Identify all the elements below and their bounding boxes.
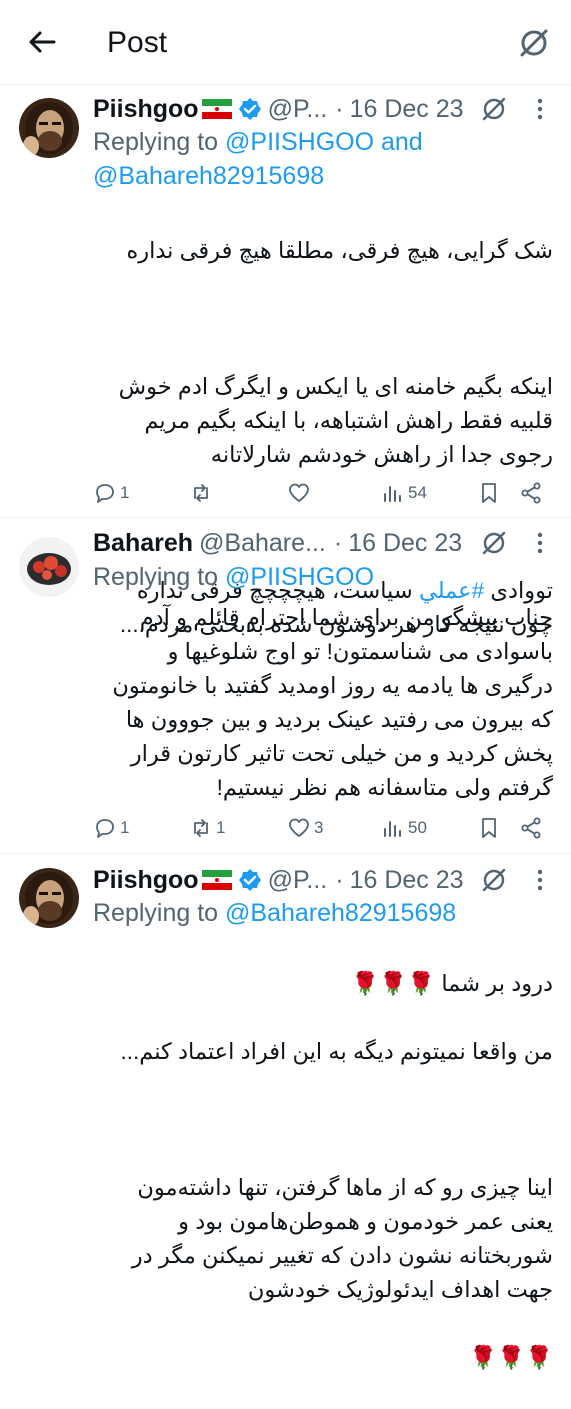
timestamp[interactable]: 16 Dec 23 [350, 866, 464, 895]
display-name[interactable]: Piishgoo [93, 95, 199, 124]
repost-icon [194, 484, 208, 502]
timestamp[interactable]: 16 Dec 23 [348, 529, 462, 558]
handle[interactable]: @Bahare... [199, 529, 326, 558]
replying-to-label: Replying to [93, 899, 226, 927]
separator: · [335, 94, 344, 123]
views-button[interactable]: 54 [381, 478, 427, 508]
slash-circle-icon[interactable] [480, 866, 508, 894]
reply-count: 1 [120, 483, 130, 502]
tweet-line: اینا چیزی رو که از ماها گرفتن، تنها داشت… [131, 1175, 553, 1302]
views-count: 54 [408, 483, 427, 502]
more-icon[interactable] [530, 866, 550, 894]
reply-count: 1 [120, 818, 130, 837]
repost-button[interactable]: 1 [189, 813, 225, 843]
back-arrow-icon[interactable] [26, 26, 58, 58]
replying-to-label: Replying to [93, 128, 226, 156]
tweet-line: درود بر شما 🌹🌹🌹 [351, 971, 553, 996]
mention-link[interactable]: @Bahareh82915698 [225, 899, 456, 927]
avatar[interactable] [19, 98, 79, 158]
top-bar: Post [0, 0, 571, 85]
replying-to-label: Replying to [93, 563, 226, 591]
reply-button[interactable]: 1 [93, 813, 129, 843]
tweet[interactable]: Piishgoo @P... · 16 Dec 23 Replying to @… [0, 853, 571, 1370]
bookmark-button[interactable] [477, 813, 501, 843]
tweet-line: اینکه بگیم خامنه ای یا ایکس و ایگرگ ادم … [118, 374, 553, 467]
like-count: 3 [314, 818, 324, 837]
mention-link[interactable]: @Bahareh82915698 [93, 162, 324, 190]
views-count: 50 [408, 818, 427, 837]
tweet-line: 🌹🌹🌹 [468, 1345, 553, 1370]
replying-to: Replying to @PIISHGOO and @Bahareh829156… [93, 125, 553, 193]
slash-circle-icon[interactable] [517, 26, 551, 60]
display-name[interactable]: Bahareh [93, 529, 193, 558]
repost-button[interactable] [189, 478, 216, 508]
reply-icon [96, 484, 114, 503]
mention-link[interactable]: @PIISHGOO [225, 563, 374, 591]
roses-avatar-icon [19, 537, 79, 597]
tweet[interactable]: Piishgoo @P... · 16 Dec 23 Replying to @… [0, 85, 571, 637]
repost-count: 1 [216, 818, 226, 837]
tweet-line: من واقعا نمیتونم دیگه به این افراد اعتما… [120, 1039, 554, 1064]
page-title: Post [107, 26, 168, 59]
share-icon [521, 817, 541, 839]
share-icon [521, 482, 541, 504]
bookmark-button[interactable] [477, 478, 501, 508]
separator: · [333, 528, 343, 557]
tweet-actions: 1 1 3 50 [93, 813, 553, 843]
tweet-header: Piishgoo @P... · 16 Dec 23 [93, 864, 464, 896]
replying-to: Replying to @Bahareh82915698 [93, 896, 553, 930]
portrait-icon [19, 868, 79, 928]
avatar[interactable] [19, 868, 79, 928]
handle[interactable]: @P... [268, 866, 328, 895]
tweet[interactable]: Bahareh @Bahare... · 16 Dec 23 Replying … [0, 517, 571, 854]
handle[interactable]: @P... [268, 95, 328, 124]
verified-badge-icon [238, 869, 261, 891]
bookmark-icon [482, 818, 496, 838]
tweet-line: شک گرایی، هیچ فرقی، مطلقا هیچ فرقی نداره [126, 238, 553, 263]
more-icon[interactable] [530, 529, 550, 557]
bookmark-icon [482, 483, 496, 503]
avatar[interactable] [19, 537, 79, 597]
views-icon [384, 486, 401, 502]
timestamp[interactable]: 16 Dec 23 [350, 95, 464, 124]
tweet-text: درود بر شما 🌹🌹🌹 من واقعا نمیتونم دیگه به… [93, 933, 554, 1409]
slash-circle-icon[interactable] [480, 529, 508, 557]
more-icon[interactable] [530, 95, 550, 123]
like-icon [289, 483, 309, 502]
views-button[interactable]: 50 [381, 813, 427, 843]
like-button[interactable] [287, 478, 314, 508]
portrait-icon [19, 98, 79, 158]
tweet-header: Piishgoo @P... · 16 Dec 23 [93, 93, 464, 125]
share-button[interactable] [519, 813, 543, 843]
verified-badge-icon [238, 98, 261, 120]
mention-and: and [374, 128, 423, 156]
views-icon [384, 821, 401, 837]
slash-circle-icon[interactable] [480, 95, 508, 123]
tweet-header: Bahareh @Bahare... · 16 Dec 23 [93, 527, 462, 559]
mention-link[interactable]: @PIISHGOO [225, 128, 374, 156]
display-name[interactable]: Piishgoo [93, 866, 199, 895]
replying-to: Replying to @PIISHGOO [93, 560, 553, 594]
iran-flag-icon [201, 99, 232, 119]
tweet-actions: 1 54 [93, 478, 553, 508]
share-button[interactable] [519, 478, 543, 508]
tweet-text: جناب پیشگو من برای شما احترام قائلم و آد… [112, 605, 553, 800]
iran-flag-icon [201, 870, 232, 890]
reply-icon [96, 819, 114, 838]
separator: · [335, 865, 344, 894]
like-icon [289, 818, 309, 837]
like-button[interactable]: 3 [287, 813, 323, 843]
reply-button[interactable]: 1 [93, 478, 129, 508]
repost-icon [194, 819, 208, 837]
